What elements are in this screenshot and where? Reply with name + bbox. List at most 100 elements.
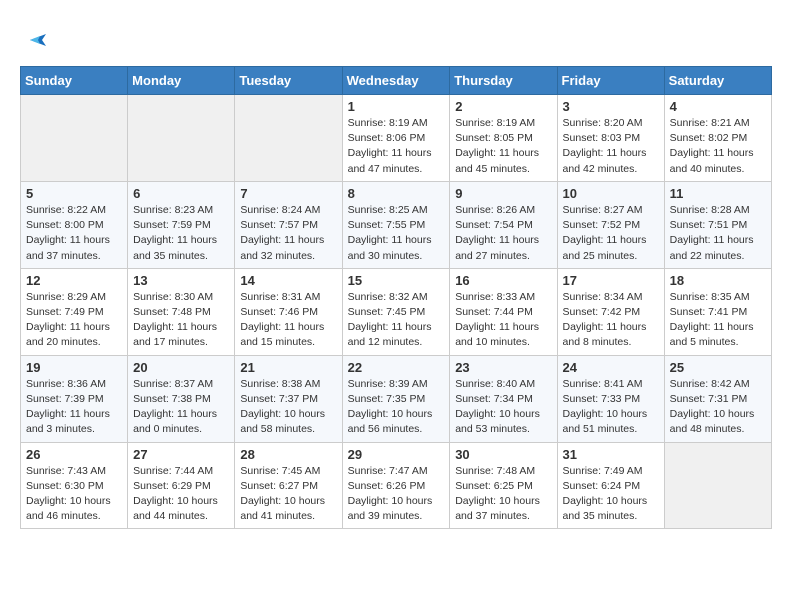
calendar-cell: 31 Sunrise: 7:49 AM Sunset: 6:24 PM Dayli…: [557, 442, 664, 529]
calendar-cell: 20Sunrise: 8:37 AM Sunset: 7:38 PM Dayli…: [128, 355, 235, 442]
day-number: 3: [563, 99, 659, 114]
day-info: Sunrise: 8:24 AM Sunset: 7:57 PM Dayligh…: [240, 203, 336, 264]
weekday-header-friday: Friday: [557, 67, 664, 95]
day-number: 2: [455, 99, 551, 114]
day-number: 1: [348, 99, 445, 114]
day-info: Sunrise: 8:19 AM Sunset: 8:06 PM Dayligh…: [348, 116, 445, 177]
calendar-cell: 12 Sunrise: 8:29 AM Sunset: 7:49 PM Dayli…: [21, 268, 128, 355]
day-number: 23: [455, 360, 551, 375]
header: [20, 20, 772, 56]
calendar-table: SundayMondayTuesdayWednesdayThursdayFrid…: [20, 66, 772, 529]
day-info: Sunrise: 8:40 AM Sunset: 7:34 PM Dayligh…: [455, 377, 551, 438]
day-number: 15: [348, 273, 445, 288]
calendar-cell: [21, 95, 128, 182]
calendar-cell: 22 Sunrise: 8:39 AM Sunset: 7:35 PM Dayli…: [342, 355, 450, 442]
day-number: 21: [240, 360, 336, 375]
day-info: Sunrise: 8:37 AM Sunset: 7:38 PM Dayligh…: [133, 377, 229, 438]
calendar-cell: 21Sunrise: 8:38 AM Sunset: 7:37 PM Dayli…: [235, 355, 342, 442]
day-info: Sunrise: 8:29 AM Sunset: 7:49 PM Dayligh…: [26, 290, 122, 351]
calendar-cell: 9 Sunrise: 8:26 AM Sunset: 7:54 PM Daylig…: [450, 181, 557, 268]
day-info: Sunrise: 8:20 AM Sunset: 8:03 PM Dayligh…: [563, 116, 659, 177]
calendar-cell: 14 Sunrise: 8:31 AM Sunset: 7:46 PM Dayli…: [235, 268, 342, 355]
day-number: 14: [240, 273, 336, 288]
day-number: 16: [455, 273, 551, 288]
day-info: Sunrise: 7:49 AM Sunset: 6:24 PM Dayligh…: [563, 464, 659, 525]
day-number: 24: [563, 360, 659, 375]
calendar-cell: 5 Sunrise: 8:22 AM Sunset: 8:00 PM Daylig…: [21, 181, 128, 268]
day-number: 5: [26, 186, 122, 201]
calendar-cell: [128, 95, 235, 182]
day-number: 18: [670, 273, 766, 288]
calendar-cell: 3 Sunrise: 8:20 AM Sunset: 8:03 PM Daylig…: [557, 95, 664, 182]
calendar-cell: 15 Sunrise: 8:32 AM Sunset: 7:45 PM Dayli…: [342, 268, 450, 355]
day-info: Sunrise: 8:23 AM Sunset: 7:59 PM Dayligh…: [133, 203, 229, 264]
day-info: Sunrise: 8:42 AM Sunset: 7:31 PM Dayligh…: [670, 377, 766, 438]
calendar-cell: [235, 95, 342, 182]
logo-icon: [20, 20, 56, 56]
calendar-cell: 16 Sunrise: 8:33 AM Sunset: 7:44 PM Dayli…: [450, 268, 557, 355]
calendar-week-5: 26Sunrise: 7:43 AM Sunset: 6:30 PM Dayli…: [21, 442, 772, 529]
calendar-cell: 13 Sunrise: 8:30 AM Sunset: 7:48 PM Dayli…: [128, 268, 235, 355]
logo: [20, 20, 60, 56]
day-info: Sunrise: 8:27 AM Sunset: 7:52 PM Dayligh…: [563, 203, 659, 264]
day-number: 17: [563, 273, 659, 288]
calendar-week-2: 5 Sunrise: 8:22 AM Sunset: 8:00 PM Daylig…: [21, 181, 772, 268]
day-info: Sunrise: 8:33 AM Sunset: 7:44 PM Dayligh…: [455, 290, 551, 351]
calendar-week-1: 1 Sunrise: 8:19 AM Sunset: 8:06 PM Daylig…: [21, 95, 772, 182]
day-info: Sunrise: 7:47 AM Sunset: 6:26 PM Dayligh…: [348, 464, 445, 525]
calendar-cell: 11Sunrise: 8:28 AM Sunset: 7:51 PM Dayli…: [664, 181, 771, 268]
calendar-week-4: 19 Sunrise: 8:36 AM Sunset: 7:39 PM Dayli…: [21, 355, 772, 442]
calendar-cell: 24 Sunrise: 8:41 AM Sunset: 7:33 PM Dayli…: [557, 355, 664, 442]
day-info: Sunrise: 7:48 AM Sunset: 6:25 PM Dayligh…: [455, 464, 551, 525]
day-info: Sunrise: 8:36 AM Sunset: 7:39 PM Dayligh…: [26, 377, 122, 438]
day-info: Sunrise: 8:22 AM Sunset: 8:00 PM Dayligh…: [26, 203, 122, 264]
day-info: Sunrise: 8:39 AM Sunset: 7:35 PM Dayligh…: [348, 377, 445, 438]
calendar-cell: 23 Sunrise: 8:40 AM Sunset: 7:34 PM Dayli…: [450, 355, 557, 442]
weekday-header-saturday: Saturday: [664, 67, 771, 95]
calendar-cell: 30 Sunrise: 7:48 AM Sunset: 6:25 PM Dayli…: [450, 442, 557, 529]
day-number: 22: [348, 360, 445, 375]
day-info: Sunrise: 8:30 AM Sunset: 7:48 PM Dayligh…: [133, 290, 229, 351]
day-number: 19: [26, 360, 122, 375]
weekday-header-wednesday: Wednesday: [342, 67, 450, 95]
weekday-header-tuesday: Tuesday: [235, 67, 342, 95]
day-number: 13: [133, 273, 229, 288]
day-info: Sunrise: 8:32 AM Sunset: 7:45 PM Dayligh…: [348, 290, 445, 351]
day-number: 11: [670, 186, 766, 201]
day-number: 4: [670, 99, 766, 114]
calendar-week-3: 12 Sunrise: 8:29 AM Sunset: 7:49 PM Dayli…: [21, 268, 772, 355]
day-number: 8: [348, 186, 445, 201]
weekday-header-thursday: Thursday: [450, 67, 557, 95]
day-info: Sunrise: 8:19 AM Sunset: 8:05 PM Dayligh…: [455, 116, 551, 177]
calendar-cell: 7Sunrise: 8:24 AM Sunset: 7:57 PM Daylig…: [235, 181, 342, 268]
calendar-cell: 25 Sunrise: 8:42 AM Sunset: 7:31 PM Dayli…: [664, 355, 771, 442]
day-number: 28: [240, 447, 336, 462]
day-number: 30: [455, 447, 551, 462]
day-number: 26: [26, 447, 122, 462]
weekday-header-monday: Monday: [128, 67, 235, 95]
calendar-cell: 27Sunrise: 7:44 AM Sunset: 6:29 PM Dayli…: [128, 442, 235, 529]
weekday-header-row: SundayMondayTuesdayWednesdayThursdayFrid…: [21, 67, 772, 95]
day-info: Sunrise: 7:45 AM Sunset: 6:27 PM Dayligh…: [240, 464, 336, 525]
day-info: Sunrise: 8:26 AM Sunset: 7:54 PM Dayligh…: [455, 203, 551, 264]
day-info: Sunrise: 8:41 AM Sunset: 7:33 PM Dayligh…: [563, 377, 659, 438]
day-number: 10: [563, 186, 659, 201]
calendar-cell: [664, 442, 771, 529]
calendar-cell: 1 Sunrise: 8:19 AM Sunset: 8:06 PM Daylig…: [342, 95, 450, 182]
day-info: Sunrise: 8:31 AM Sunset: 7:46 PM Dayligh…: [240, 290, 336, 351]
day-number: 6: [133, 186, 229, 201]
day-number: 29: [348, 447, 445, 462]
calendar-cell: 17Sunrise: 8:34 AM Sunset: 7:42 PM Dayli…: [557, 268, 664, 355]
day-number: 25: [670, 360, 766, 375]
calendar-cell: 10 Sunrise: 8:27 AM Sunset: 7:52 PM Dayli…: [557, 181, 664, 268]
day-number: 27: [133, 447, 229, 462]
day-number: 31: [563, 447, 659, 462]
calendar-cell: 29 Sunrise: 7:47 AM Sunset: 6:26 PM Dayli…: [342, 442, 450, 529]
calendar-cell: 18Sunrise: 8:35 AM Sunset: 7:41 PM Dayli…: [664, 268, 771, 355]
calendar-cell: 4 Sunrise: 8:21 AM Sunset: 8:02 PM Daylig…: [664, 95, 771, 182]
day-info: Sunrise: 8:25 AM Sunset: 7:55 PM Dayligh…: [348, 203, 445, 264]
day-info: Sunrise: 8:21 AM Sunset: 8:02 PM Dayligh…: [670, 116, 766, 177]
calendar-cell: 6 Sunrise: 8:23 AM Sunset: 7:59 PM Daylig…: [128, 181, 235, 268]
day-number: 12: [26, 273, 122, 288]
day-number: 9: [455, 186, 551, 201]
